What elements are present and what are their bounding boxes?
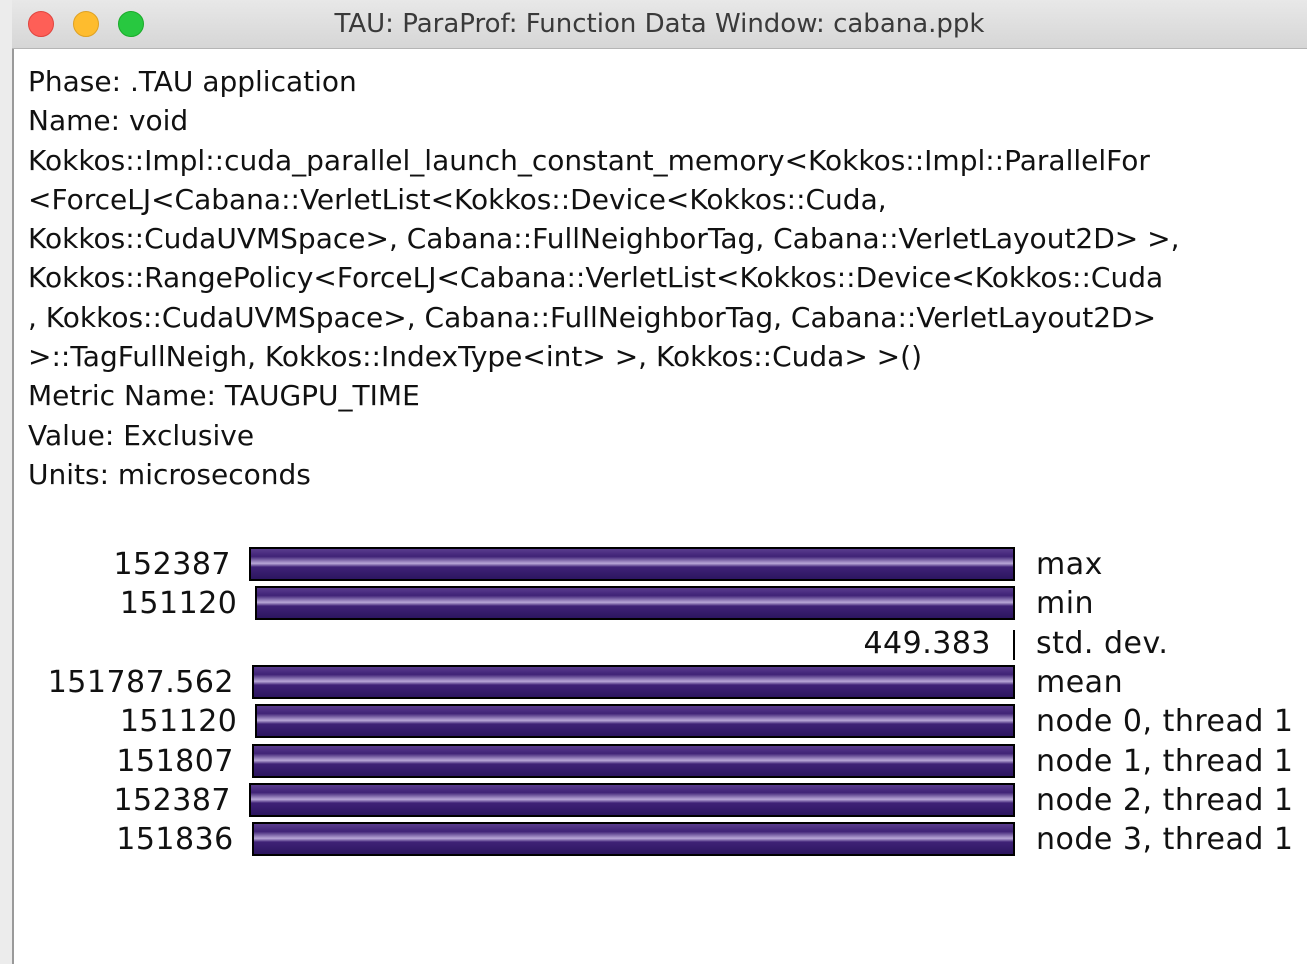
value-bar[interactable]: [249, 782, 1015, 817]
window-title: TAU: ParaProf: Function Data Window: cab…: [334, 9, 985, 39]
row-label: mean: [1036, 664, 1124, 700]
units-line: Units: microseconds: [28, 457, 311, 491]
value-marker: [1013, 629, 1015, 660]
chart-row[interactable]: 152387 max: [14, 547, 1307, 583]
value-bar[interactable]: [249, 547, 1015, 581]
chart-row[interactable]: 151787.562 mean: [14, 664, 1307, 701]
function-name-line: , Kokkos::CudaUVMSpace>, Cabana::FullNei…: [28, 300, 1157, 334]
row-label: node 2, thread 1: [1036, 782, 1294, 818]
value-label: 151787.562: [47, 664, 235, 700]
value-type-line: Value: Exclusive: [28, 418, 255, 452]
row-label: min: [1036, 586, 1095, 622]
value-label: 151836: [116, 822, 234, 858]
function-info-header: Phase: .TAU application Name: void Kokko…: [28, 62, 1307, 494]
value-bar[interactable]: [255, 586, 1015, 621]
title-bar[interactable]: TAU: ParaProf: Function Data Window: cab…: [12, 0, 1307, 49]
function-name-line: <ForceLJ<Cabana::VerletList<Kokkos::Devi…: [28, 182, 887, 216]
function-name-line: Kokkos::RangePolicy<ForceLJ<Cabana::Verl…: [28, 261, 1164, 295]
chart-row[interactable]: 151120 min: [14, 586, 1307, 622]
value-label: 152387: [113, 782, 231, 818]
chart-row[interactable]: 449.383 std. dev.: [14, 626, 1307, 662]
value-label: 151120: [119, 586, 238, 622]
row-label: node 0, thread 1: [1036, 704, 1294, 740]
value-label: 151807: [116, 743, 234, 779]
value-bar[interactable]: [252, 664, 1015, 699]
row-label: std. dev.: [1036, 625, 1169, 661]
chart-row[interactable]: 151836 node 3, thread 1: [14, 822, 1307, 858]
row-label: node 3, thread 1: [1036, 822, 1294, 858]
name-line: Name: void: [28, 104, 189, 138]
function-name-line: Kokkos::Impl::cuda_parallel_launch_const…: [28, 143, 1150, 177]
chart-row[interactable]: 151807 node 1, thread 1: [14, 743, 1307, 780]
chart-row[interactable]: 151120 node 0, thread 1: [14, 704, 1307, 740]
phase-line: Phase: .TAU application: [28, 65, 357, 98]
value-label: 449.383: [863, 625, 991, 661]
row-label: max: [1036, 547, 1103, 582]
value-bar[interactable]: [255, 704, 1015, 739]
value-bar[interactable]: [251, 743, 1015, 778]
paraprof-function-data-window: TAU: ParaProf: Function Data Window: cab…: [12, 0, 1307, 964]
value-label: 151120: [119, 704, 238, 740]
function-name-line: Kokkos::CudaUVMSpace>, Cabana::FullNeigh…: [28, 222, 1180, 256]
metric-name-line: Metric Name: TAUGPU_TIME: [28, 379, 420, 413]
function-data-panel: Phase: .TAU application Name: void Kokko…: [12, 49, 1307, 964]
value-label: 152387: [113, 547, 231, 582]
row-label: node 1, thread 1: [1036, 743, 1294, 779]
chart-row[interactable]: 152387 node 2, thread 1: [14, 782, 1307, 819]
value-bar[interactable]: [251, 822, 1015, 857]
function-name-line: >::TagFullNeigh, Kokkos::IndexType<int> …: [28, 340, 922, 374]
